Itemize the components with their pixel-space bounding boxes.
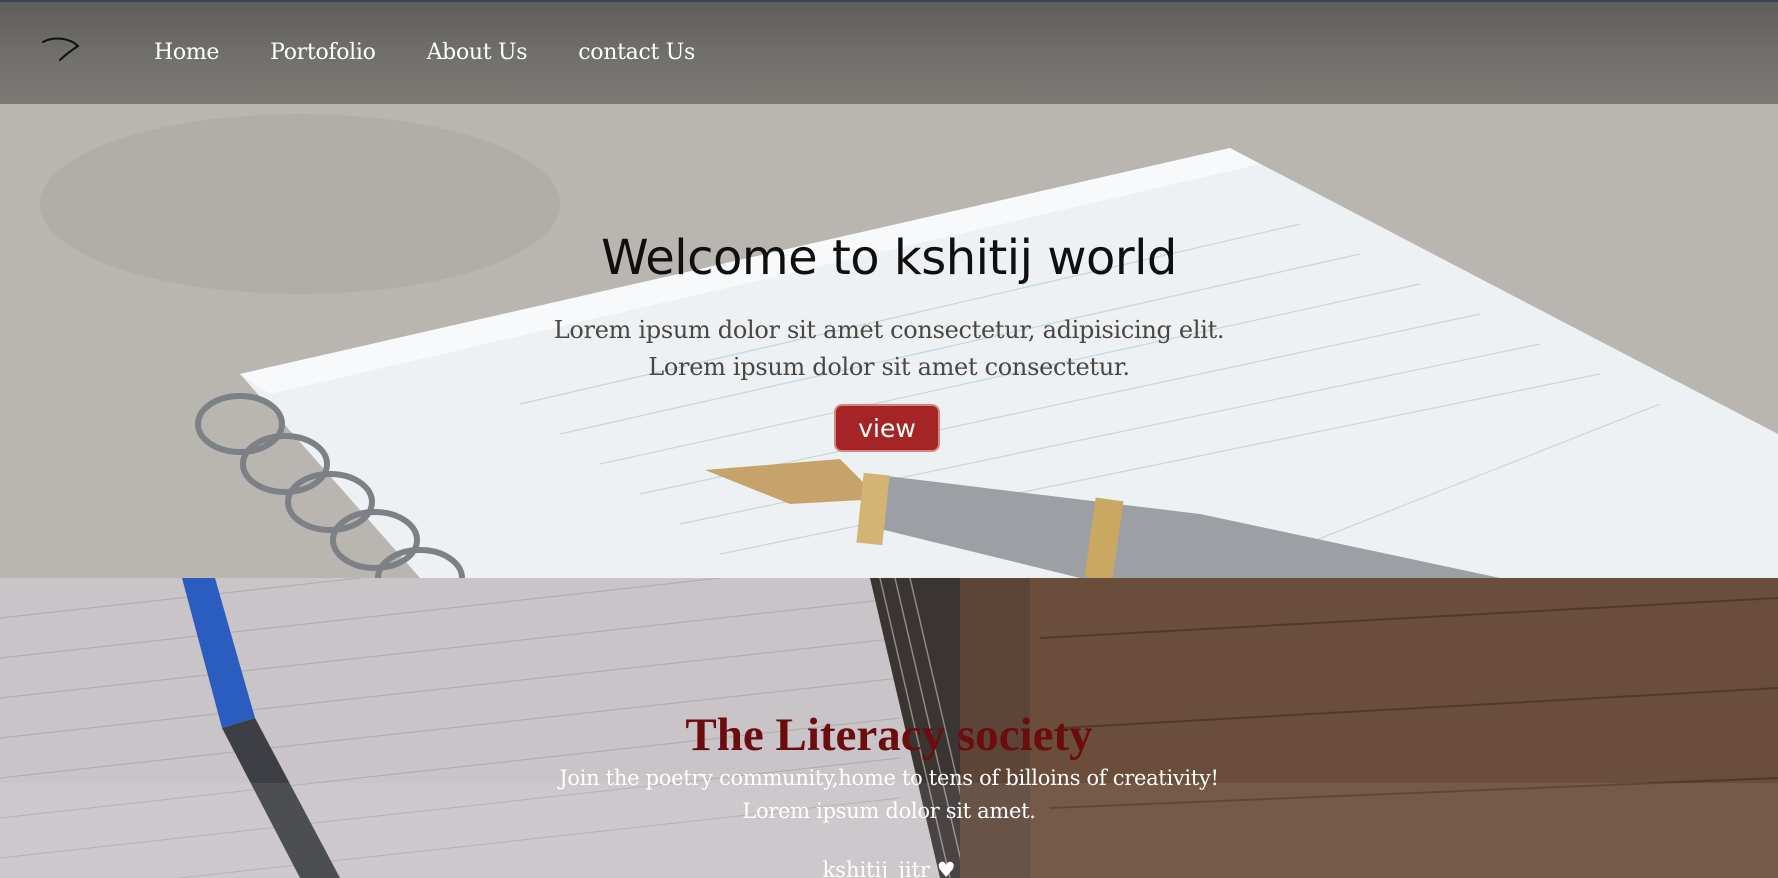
literacy-society-section: The Literacy society Join the poetry com… xyxy=(0,578,1778,878)
nav-link-home[interactable]: Home xyxy=(154,40,219,65)
hero-title: Welcome to kshitij world xyxy=(601,230,1177,286)
view-button[interactable]: view xyxy=(834,404,940,452)
nav-link-about-us[interactable]: About Us xyxy=(427,40,528,65)
society-title: The Literacy society xyxy=(685,709,1093,761)
hero-description-line-2: Lorem ipsum dolor sit amet consectetur. xyxy=(648,353,1130,381)
society-description-line-2: Lorem ipsum dolor sit amet. xyxy=(742,799,1036,823)
society-description-line-1: Join the poetry community,home to tens o… xyxy=(559,766,1219,790)
nav-link-contact-us[interactable]: contact Us xyxy=(578,40,695,65)
navbar: Home Portofolio About Us contact Us xyxy=(0,0,1778,104)
pen-stroke-logo-icon[interactable] xyxy=(40,36,86,70)
society-signature: kshitij_jitr ♥ xyxy=(822,858,956,878)
hero-section: Welcome to kshitij world Lorem ipsum dol… xyxy=(0,104,1778,578)
hero-description: Lorem ipsum dolor sit amet consectetur, … xyxy=(0,312,1778,386)
society-description: Join the poetry community,home to tens o… xyxy=(0,762,1778,828)
hero-description-line-1: Lorem ipsum dolor sit amet consectetur, … xyxy=(553,316,1225,344)
nav-menu: Home Portofolio About Us contact Us xyxy=(154,40,695,65)
nav-link-portfolio[interactable]: Portofolio xyxy=(270,40,376,65)
hero-content: Welcome to kshitij world Lorem ipsum dol… xyxy=(0,104,1778,578)
